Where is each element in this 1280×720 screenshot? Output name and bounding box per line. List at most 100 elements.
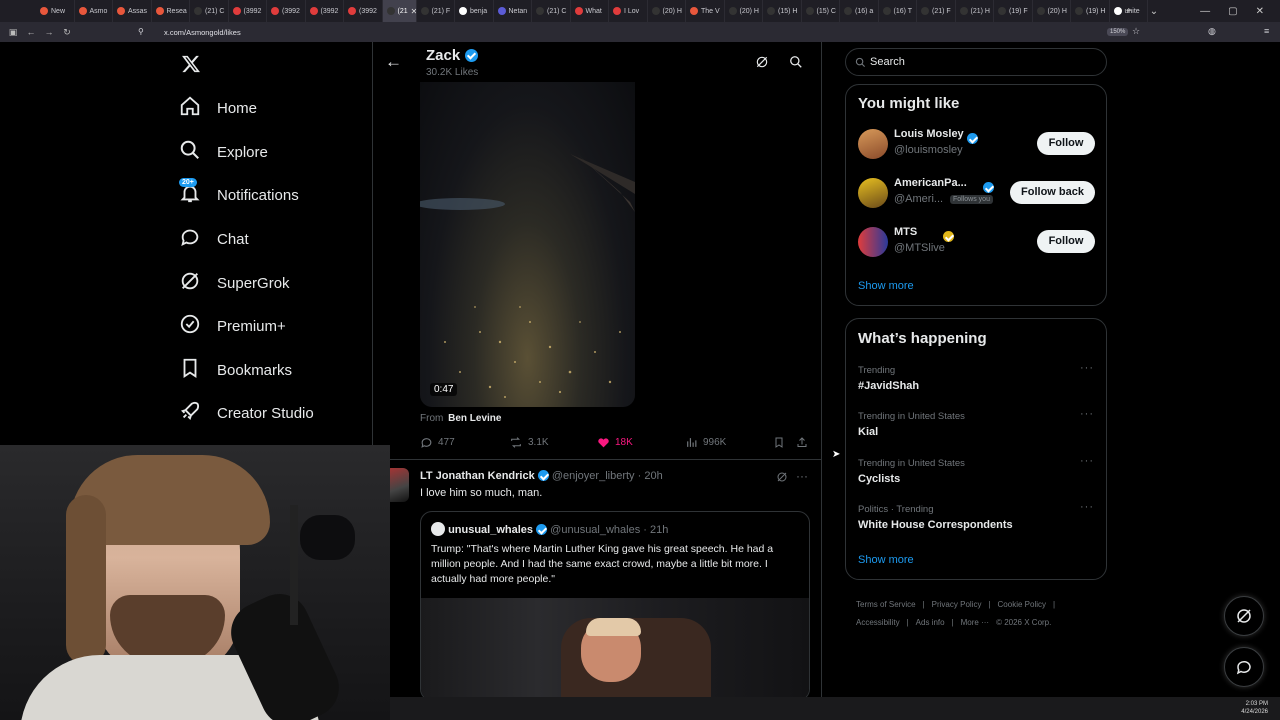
nav-item-supergrok[interactable]: SuperGrok bbox=[179, 268, 290, 298]
trend-name[interactable]: Kial bbox=[858, 426, 878, 438]
forward-icon[interactable]: → bbox=[40, 27, 58, 37]
nav-item-chat[interactable]: Chat bbox=[179, 224, 249, 254]
browser-tab[interactable]: (3992 bbox=[344, 0, 383, 22]
tab-favicon-icon bbox=[459, 7, 467, 15]
trend-more-icon[interactable]: ··· bbox=[1080, 408, 1094, 420]
browser-tab[interactable]: Asmo bbox=[75, 0, 113, 22]
share-icon[interactable] bbox=[796, 436, 808, 449]
tab-label: (19) H bbox=[1086, 7, 1106, 15]
post-more-icon[interactable]: ··· bbox=[796, 469, 808, 483]
browser-tab[interactable]: (15) H bbox=[763, 0, 802, 22]
url-field[interactable]: x.com/Asmongold/likes bbox=[164, 28, 241, 37]
browser-tab[interactable]: (20) H bbox=[648, 0, 686, 22]
browser-tab[interactable]: (15) C bbox=[802, 0, 840, 22]
nav-item-notifications[interactable]: 20+ Notifications bbox=[179, 178, 299, 210]
post-author-handle[interactable]: @enjoyer_liberty bbox=[552, 470, 635, 482]
nav-item-creator-studio[interactable]: Creator Studio bbox=[179, 398, 314, 428]
suggestion-avatar[interactable] bbox=[858, 178, 888, 208]
browser-tab[interactable]: (19) F bbox=[994, 0, 1033, 22]
footer-link[interactable]: Privacy Policy bbox=[932, 600, 982, 609]
back-icon[interactable]: ← bbox=[22, 27, 40, 37]
tab-favicon-icon bbox=[309, 7, 318, 15]
zoom-level[interactable]: 150% bbox=[1107, 28, 1129, 36]
sidebar-toggle-icon[interactable]: ▣ bbox=[4, 27, 22, 38]
search-icon[interactable] bbox=[789, 55, 803, 69]
trend-more-icon[interactable]: ··· bbox=[1080, 501, 1094, 513]
messages-fab[interactable] bbox=[1224, 647, 1264, 687]
trend-more-icon[interactable]: ··· bbox=[1080, 455, 1094, 467]
browser-tab[interactable]: (3992 bbox=[229, 0, 267, 22]
suggestion-avatar[interactable] bbox=[858, 129, 888, 159]
browser-tab[interactable]: (21✕ bbox=[382, 0, 417, 22]
browser-tab[interactable]: (20) H bbox=[725, 0, 763, 22]
browser-tab[interactable]: benja bbox=[455, 0, 494, 22]
nav-item-explore[interactable]: Explore bbox=[179, 137, 268, 167]
nav-item-premium[interactable]: Premium+ bbox=[179, 311, 286, 341]
trend-name[interactable]: Cyclists bbox=[858, 473, 900, 485]
nav-item-bookmarks[interactable]: Bookmarks bbox=[179, 355, 292, 385]
footer-link[interactable]: Terms of Service bbox=[856, 600, 916, 609]
suggestion-name[interactable]: Louis Mosley bbox=[894, 128, 964, 140]
follow-button[interactable]: Follow bbox=[1037, 230, 1095, 253]
search-input[interactable]: Search bbox=[845, 48, 1107, 76]
reply-button[interactable]: 477 bbox=[420, 436, 455, 449]
suggestion-name[interactable]: MTS bbox=[894, 226, 917, 238]
browser-tab[interactable]: (3992 bbox=[267, 0, 306, 22]
tab-label: What bbox=[585, 7, 602, 15]
browser-tab[interactable]: What bbox=[571, 0, 609, 22]
follow-button[interactable]: Follow bbox=[1037, 132, 1095, 155]
browser-tab[interactable]: (3992 bbox=[306, 0, 344, 22]
grok-fab[interactable] bbox=[1224, 596, 1264, 636]
grok-icon[interactable] bbox=[776, 471, 788, 483]
tab-list-icon[interactable]: ⌄ bbox=[1150, 6, 1158, 17]
quoted-post[interactable]: unusual_whales @unusual_whales · 21h Tru… bbox=[420, 511, 810, 701]
footer-link[interactable]: Ads info bbox=[916, 618, 945, 627]
like-button[interactable]: 18K bbox=[597, 436, 633, 449]
browser-tab[interactable]: (16) T bbox=[879, 0, 917, 22]
repost-button[interactable]: 3.1K bbox=[509, 436, 549, 449]
suggestion-avatar[interactable] bbox=[858, 227, 888, 257]
from-author[interactable]: Ben Levine bbox=[448, 413, 501, 424]
new-tab-icon[interactable]: + bbox=[1126, 6, 1132, 17]
menu-icon[interactable]: ≡ bbox=[1264, 26, 1269, 36]
extensions-icon[interactable]: ◍ bbox=[1208, 26, 1216, 37]
browser-tab[interactable]: (21) F bbox=[417, 0, 455, 22]
minimize-icon[interactable]: — bbox=[1200, 6, 1210, 17]
trend-name[interactable]: White House Correspondents bbox=[858, 519, 1013, 531]
browser-tab[interactable]: (21) C bbox=[532, 0, 571, 22]
browser-tab[interactable]: (20) H bbox=[1033, 0, 1071, 22]
window-close-icon[interactable]: ✕ bbox=[1256, 6, 1264, 17]
browser-tab[interactable]: (21) H bbox=[956, 0, 994, 22]
x-logo-icon[interactable] bbox=[181, 52, 201, 76]
maximize-icon[interactable]: ▢ bbox=[1228, 6, 1237, 17]
browser-tab[interactable]: (19) H bbox=[1071, 0, 1110, 22]
browser-tab[interactable]: (21) F bbox=[917, 0, 956, 22]
browser-tab[interactable]: New bbox=[36, 0, 75, 22]
browser-tab[interactable]: Netan bbox=[494, 0, 532, 22]
bookmark-icon[interactable] bbox=[773, 436, 785, 449]
post-time[interactable]: · 20h bbox=[638, 470, 663, 482]
reload-icon[interactable]: ↻ bbox=[58, 27, 76, 38]
post-video[interactable]: 0:47 bbox=[420, 82, 635, 407]
browser-tab[interactable]: Assas bbox=[113, 0, 152, 22]
browser-tab[interactable]: (16) a bbox=[840, 0, 879, 22]
trend-name[interactable]: #JavidShah bbox=[858, 380, 919, 392]
grok-icon[interactable] bbox=[755, 55, 769, 69]
footer-link[interactable]: Cookie Policy bbox=[998, 600, 1046, 609]
bookmark-star-icon[interactable]: ☆ bbox=[1132, 26, 1140, 37]
views-button[interactable]: 996K bbox=[685, 436, 726, 449]
suggestion-name[interactable]: AmericanPa... bbox=[894, 177, 967, 189]
post-author-name[interactable]: LT Jonathan Kendrick bbox=[420, 470, 535, 482]
footer-link[interactable]: Accessibility bbox=[856, 618, 900, 627]
browser-tab[interactable]: Resea bbox=[152, 0, 190, 22]
browser-tab[interactable]: I Lov bbox=[609, 0, 648, 22]
nav-item-home[interactable]: Home bbox=[179, 93, 257, 123]
back-arrow-icon[interactable]: ← bbox=[385, 52, 402, 72]
follow-button[interactable]: Follow back bbox=[1010, 181, 1095, 204]
footer-link[interactable]: More ··· bbox=[961, 618, 989, 627]
show-more-link[interactable]: Show more bbox=[858, 554, 914, 566]
trend-more-icon[interactable]: ··· bbox=[1080, 362, 1094, 374]
browser-tab[interactable]: The V bbox=[686, 0, 725, 22]
show-more-link[interactable]: Show more bbox=[858, 280, 914, 292]
browser-tab[interactable]: (21) C bbox=[190, 0, 229, 22]
